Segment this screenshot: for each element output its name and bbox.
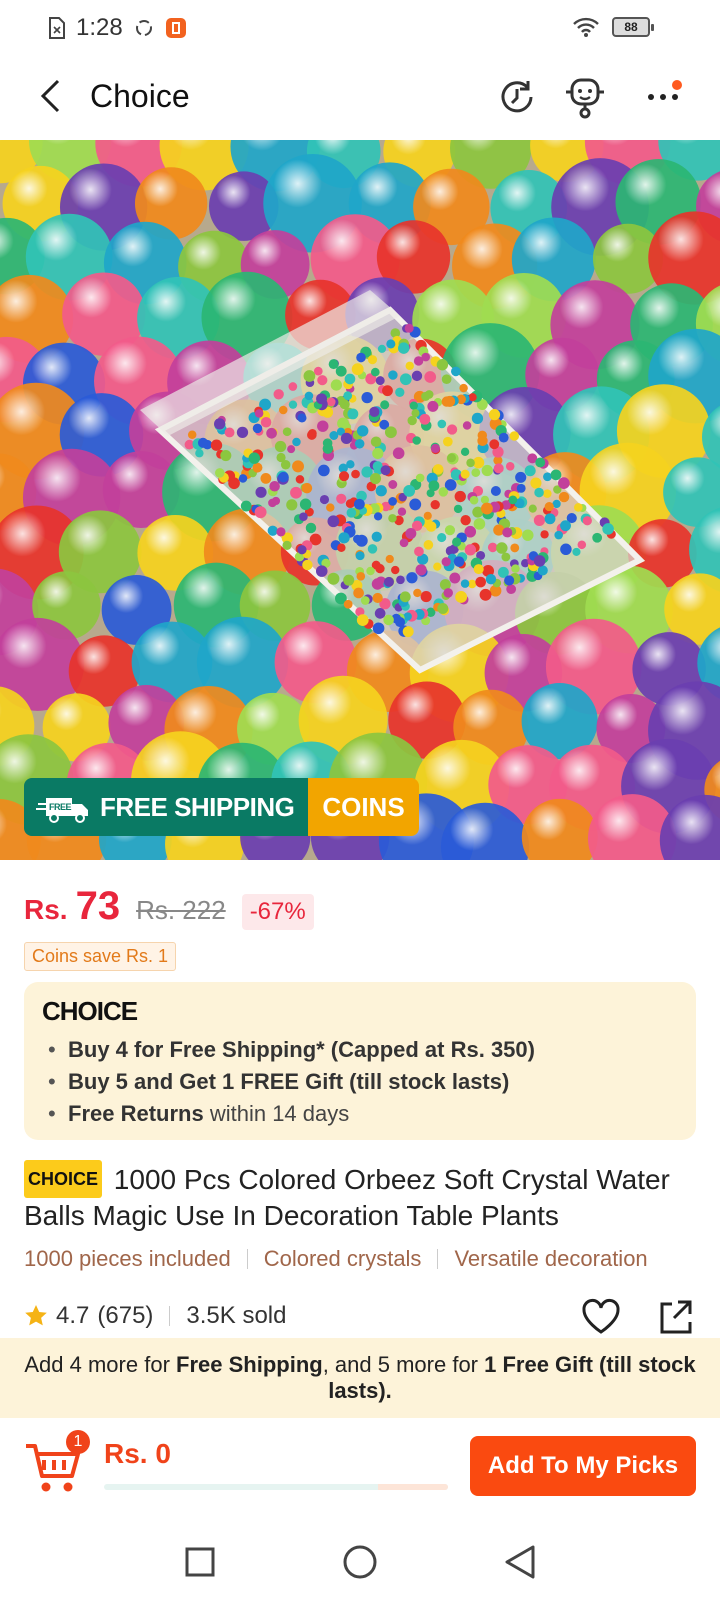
- free-shipping-progress-bar: [104, 1484, 448, 1490]
- feature-tag: Versatile decoration: [454, 1246, 648, 1271]
- wishlist-button[interactable]: [580, 1296, 622, 1338]
- history-icon: [501, 81, 533, 113]
- free-shipping-badge: FREE FREE SHIPPING: [24, 778, 309, 836]
- choice-benefits[interactable]: CHOICE Buy 4 for Free Shipping* (Capped …: [24, 982, 696, 1140]
- share-icon: [660, 1300, 692, 1334]
- nav-back-button[interactable]: [500, 1542, 540, 1582]
- top-bar: Choice: [0, 56, 720, 140]
- feature-tags: 1000 pieces included Colored crystals Ve…: [24, 1246, 720, 1272]
- support-bot-icon: [566, 78, 604, 119]
- free-shipping-label: FREE SHIPPING: [100, 791, 295, 822]
- feature-tag: 1000 pieces included: [24, 1246, 231, 1271]
- price-row: Rs. 73 Rs. 222 -67%: [24, 884, 314, 930]
- more-icon: [648, 94, 678, 100]
- recents-button[interactable]: [180, 1542, 220, 1582]
- rating-count: (675): [97, 1302, 154, 1329]
- choice-benefit-item: Buy 4 for Free Shipping* (Capped at Rs. …: [42, 1034, 678, 1066]
- rating-row[interactable]: 4.7 (675) 3.5K sold: [24, 1302, 286, 1330]
- discount-badge: -67%: [241, 894, 314, 930]
- back-triangle-icon: [505, 1545, 535, 1579]
- water-beads-photo: [0, 140, 720, 860]
- svg-text:FREE: FREE: [49, 802, 72, 812]
- truck-icon: FREE: [36, 798, 88, 823]
- sync-icon: [133, 17, 155, 39]
- rating-score: 4.7: [56, 1302, 90, 1329]
- product-title: CHOICE 1000 Pcs Colored Orbeez Soft Crys…: [24, 1160, 704, 1234]
- home-button[interactable]: [340, 1542, 380, 1582]
- system-nav-bar: [0, 1524, 720, 1600]
- tag-divider: [437, 1249, 439, 1269]
- choice-benefit-item: Free Returns within 14 days: [42, 1098, 678, 1130]
- coins-save-badge: Coins save Rs. 1: [24, 942, 177, 971]
- status-bar: 1:28 88: [0, 0, 720, 56]
- product-title-text: 1000 Pcs Colored Orbeez Soft Crystal Wat…: [24, 1164, 670, 1231]
- tag-divider: [246, 1249, 248, 1269]
- cart-total: Rs. 0: [104, 1438, 171, 1469]
- choice-logo: CHOICE: [42, 996, 138, 1026]
- rating-divider: [169, 1306, 171, 1326]
- back-button[interactable]: [30, 74, 70, 118]
- recents-square-icon: [185, 1547, 215, 1577]
- page-title: Choice: [90, 78, 190, 114]
- status-time: 1:28: [76, 14, 123, 41]
- share-button[interactable]: [654, 1296, 696, 1338]
- coins-badge: COINS: [308, 778, 419, 836]
- more-button[interactable]: [640, 74, 686, 120]
- sim-card-icon: [48, 17, 66, 39]
- feature-tag: Colored crystals: [263, 1246, 422, 1271]
- star-icon: [25, 1305, 47, 1326]
- app-notification-icon: [165, 17, 187, 39]
- cart-count-badge: 1: [66, 1430, 90, 1454]
- price-value: 73: [75, 884, 121, 928]
- back-arrow-icon: [40, 79, 60, 113]
- choice-benefit-item: Buy 5 and Get 1 FREE Gift (till stock la…: [42, 1066, 678, 1098]
- original-price: Rs. 222: [136, 895, 226, 925]
- support-button[interactable]: [562, 74, 608, 120]
- promo-badge: FREE FREE SHIPPING COINS: [24, 778, 419, 836]
- home-circle-icon: [343, 1545, 377, 1579]
- cart-bar: 1 Rs. 0 Add To My Picks: [0, 1418, 720, 1524]
- heart-icon: [582, 1299, 620, 1334]
- choice-chip: CHOICE: [24, 1160, 103, 1198]
- product-image[interactable]: FREE FREE SHIPPING COINS: [0, 140, 720, 860]
- wifi-icon: [572, 16, 600, 38]
- price-currency: Rs.: [24, 894, 68, 925]
- sold-count: 3.5K sold: [186, 1302, 287, 1329]
- free-shipping-progress-note: Add 4 more for Free Shipping, and 5 more…: [0, 1338, 720, 1418]
- add-to-picks-button[interactable]: Add To My Picks: [470, 1436, 696, 1496]
- history-button[interactable]: [494, 74, 540, 120]
- notification-dot: [672, 80, 682, 90]
- battery-icon: 88: [612, 17, 654, 37]
